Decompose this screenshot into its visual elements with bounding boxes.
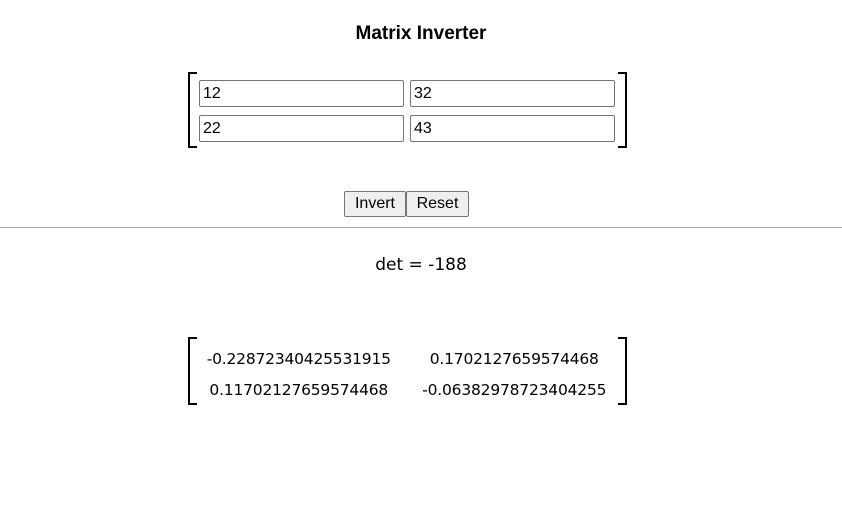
reset-button[interactable]: Reset xyxy=(406,191,469,217)
invert-button[interactable]: Invert xyxy=(344,191,406,217)
matrix-row: 0.11702127659574468 -0.06382978723404255 xyxy=(191,374,622,405)
matrix-cell-0-0[interactable] xyxy=(199,80,404,107)
page-title: Matrix Inverter xyxy=(355,23,487,44)
matrix-cell-1-0[interactable] xyxy=(199,115,404,142)
inverse-matrix: -0.22872340425531915 0.1702127659574468 … xyxy=(191,343,622,405)
divider xyxy=(0,227,842,228)
inverse-cell-0-1: 0.1702127659574468 xyxy=(429,349,599,368)
matrix-row: -0.22872340425531915 0.1702127659574468 xyxy=(191,343,622,374)
matrix-cell-0-1[interactable] xyxy=(410,80,615,107)
inverse-cell-1-1: -0.06382978723404255 xyxy=(422,380,607,399)
matrix-cell-1-1[interactable] xyxy=(410,115,615,142)
inverse-cell-0-0: -0.22872340425531915 xyxy=(206,349,391,368)
determinant-text: det = -188 xyxy=(375,255,467,275)
inverse-cell-1-0: 0.11702127659574468 xyxy=(209,380,389,399)
